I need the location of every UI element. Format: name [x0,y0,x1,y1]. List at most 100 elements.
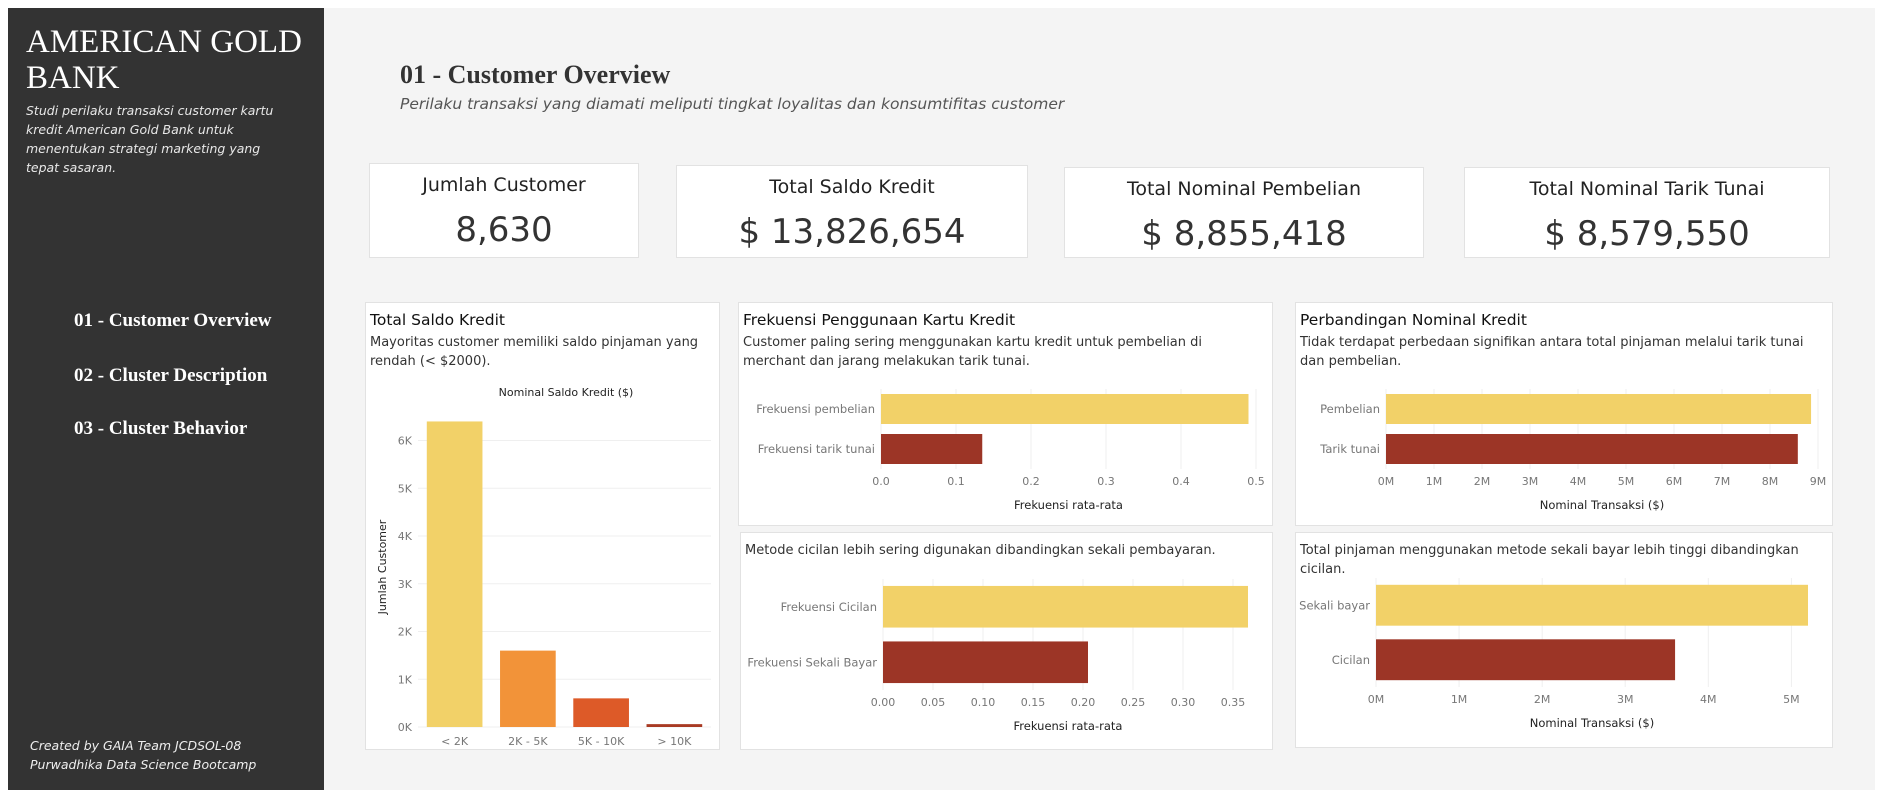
chart-saldo: Nominal Saldo Kredit ($) Jumlah Customer 0… [376,386,711,748]
x-tick-label: 3M [1522,475,1539,488]
y-tick-label: Pembelian [1320,402,1380,416]
kpi-total-nominal-pembelian: Total Nominal Pembelian $ 8,855,418 [1064,167,1424,258]
panel-total-saldo-kredit: Total Saldo Kredit Mayoritas customer me… [365,302,720,750]
x-tick-label: 0.20 [1071,696,1096,709]
chart-frekuensi: 0.0 0.1 0.2 0.3 0.4 0.5 Frekuensi pembelian Fre… [756,389,1265,512]
x-axis-label: Frekuensi rata-rata [1014,498,1123,512]
bar [883,641,1088,684]
x-tick-label: 0.00 [871,696,896,709]
x-tick-label: 0M [1378,475,1395,488]
bar [426,421,483,727]
y-tick-label: 1K [398,673,413,686]
x-axis-label: Nominal Transaksi ($) [1530,716,1654,730]
y-tick-label: 0K [398,721,413,734]
credits-line-2: Purwadhika Data Science Bootcamp [30,757,257,772]
x-tick-label: 7M [1714,475,1731,488]
bar [1376,584,1808,626]
y-tick-label: Frekuensi Sekali Bayar [747,655,877,669]
x-tick-label: 0.30 [1171,696,1196,709]
nav-cluster-behavior[interactable]: 03 - Cluster Behavior [74,418,247,440]
chart-cicilan: 0.00 0.05 0.10 0.15 0.20 0.25 0.30 0.35 Frekuens… [747,579,1248,733]
x-tick-label: 2M [1474,475,1491,488]
panel-description: Mayoritas customer memiliki saldo pinjam… [370,335,699,369]
x-tick-label: 6M [1666,475,1683,488]
kpi-value: $ 8,855,418 [1141,214,1347,254]
x-tick-label: > 10K [657,735,692,748]
panel-title: Frekuensi Penggunaan Kartu Kredit [743,311,1016,329]
credits-line-1: Created by GAIA Team JCDSOL-08 [30,738,242,753]
sidebar: AMERICAN GOLD BANK Studi perilaku transa… [8,8,324,790]
y-tick-label: 6K [398,435,413,448]
y-tick-label: Tarik tunai [1319,442,1380,456]
chart-title: Nominal Saldo Kredit ($) [499,386,634,399]
y-tick-label: 3K [398,578,413,591]
nav-cluster-description[interactable]: 02 - Cluster Description [74,365,267,387]
page-title: 01 - Customer Overview [400,60,671,89]
page-subtitle: Perilaku transaksi yang diamati meliputi… [400,95,1065,113]
panel-description: Customer paling sering menggunakan kartu… [743,335,1203,369]
panel-perbandingan-nominal: Perbandingan Nominal Kredit Tidak terdap… [1295,302,1833,526]
y-tick-label: Frekuensi pembelian [756,402,875,416]
y-tick-label: 2K [398,626,413,639]
x-tick-label: 5M [1618,475,1635,488]
kpi-label: Jumlah Customer [422,174,586,196]
x-axis-label: Frekuensi rata-rata [1014,719,1123,733]
kpi-value: 8,630 [455,210,553,250]
x-tick-label: 0.5 [1247,475,1265,488]
bar [500,650,556,727]
x-tick-label: 0.15 [1021,696,1046,709]
kpi-jumlah-customer: Jumlah Customer 8,630 [369,163,639,258]
x-tick-label: 0.1 [947,475,965,488]
y-tick-label: Frekuensi tarik tunai [758,442,875,456]
x-tick-label: 3M [1617,693,1634,706]
x-tick-label: 0.10 [971,696,996,709]
nav-customer-overview[interactable]: 01 - Customer Overview [74,310,272,332]
bar [1376,639,1676,681]
x-tick-label: 2K - 5K [508,735,548,748]
x-tick-label: 0.25 [1121,696,1146,709]
x-tick-label: 0.2 [1022,475,1040,488]
y-tick-label: 5K [398,482,413,495]
x-tick-label: 0.0 [872,475,890,488]
x-tick-label: 8M [1762,475,1779,488]
bar [646,724,703,727]
x-tick-label: 0.05 [921,696,946,709]
x-tick-label: 4M [1700,693,1717,706]
panel-frekuensi-penggunaan: Frekuensi Penggunaan Kartu Kredit Custom… [738,302,1273,526]
credits: Created by GAIA Team JCDSOL-08 Purwadhik… [30,736,256,774]
x-tick-label: 5M [1783,693,1800,706]
kpi-value: $ 13,826,654 [738,212,966,252]
y-tick-label: Sekali bayar [1299,598,1370,612]
x-tick-label: 5K - 10K [578,735,625,748]
panel-title: Perbandingan Nominal Kredit [1300,311,1527,329]
x-tick-label: < 2K [441,735,469,748]
x-tick-label: 0.4 [1172,475,1190,488]
x-tick-label: 0.3 [1097,475,1115,488]
kpi-total-saldo-kredit: Total Saldo Kredit $ 13,826,654 [676,165,1028,258]
y-tick-label: 4K [398,530,413,543]
panel-description: Metode cicilan lebih sering digunakan di… [745,543,1216,558]
y-tick-label: Frekuensi Cicilan [781,600,877,614]
x-tick-label: 1M [1451,693,1468,706]
brand-title: AMERICAN GOLD BANK [26,24,302,96]
bar [1386,434,1798,464]
x-tick-label: 1M [1426,475,1443,488]
bar [881,394,1249,424]
x-tick-label: 4M [1570,475,1587,488]
x-tick-label: 2M [1534,693,1551,706]
chart-perbandingan: 0M 1M 2M 3M 4M 5M 6M 7M 8M 9M Pembelian Tarik tunai… [1319,389,1827,512]
kpi-total-nominal-tarik-tunai: Total Nominal Tarik Tunai $ 8,579,550 [1464,167,1830,258]
y-axis-label: Jumlah Customer [376,519,389,615]
y-tick-label: Cicilan [1332,653,1370,667]
kpi-label: Total Nominal Pembelian [1126,178,1361,200]
bar [573,698,629,727]
x-axis-label: Nominal Transaksi ($) [1540,498,1664,512]
x-tick-label: 9M [1810,475,1827,488]
panel-title: Total Saldo Kredit [370,311,505,329]
panel-description: Tidak terdapat perbedaan signifikan anta… [1300,335,1804,369]
bar [883,585,1248,628]
kpi-label: Total Saldo Kredit [769,176,935,198]
panel-metode-cicilan: Metode cicilan lebih sering digunakan di… [740,532,1273,750]
chart-sekali: 0M 1M 2M 3M 4M 5M Sekali bayar Cicilan Nominal T… [1299,578,1808,730]
x-tick-label: 0.35 [1221,696,1246,709]
